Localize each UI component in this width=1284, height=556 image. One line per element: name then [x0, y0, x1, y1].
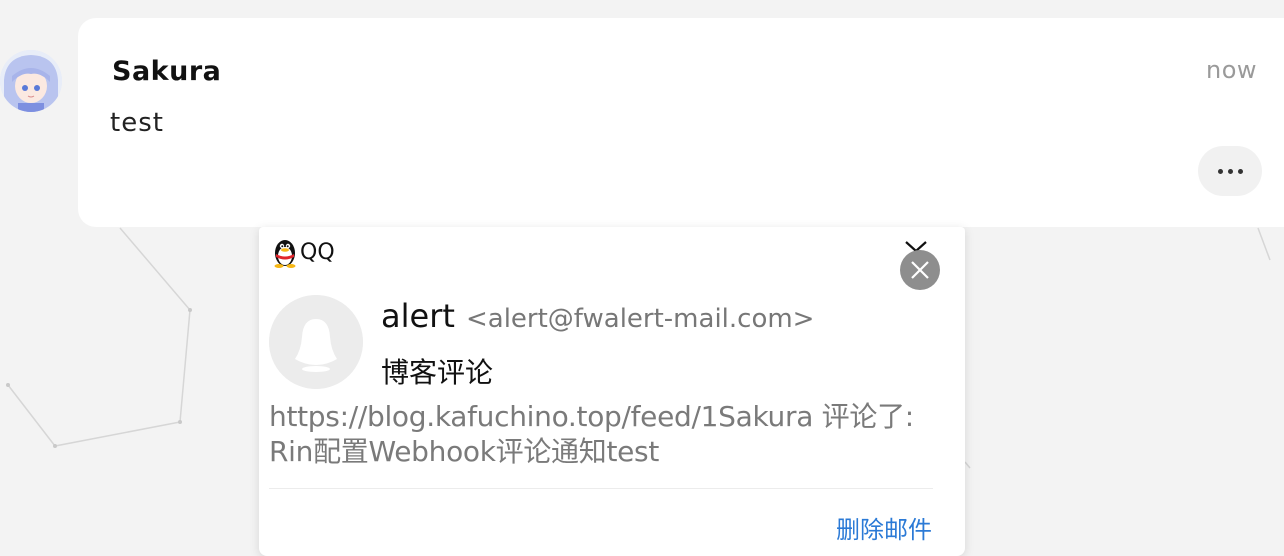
sender-line: alert <alert@fwalert-mail.com> — [381, 297, 814, 335]
ellipsis-icon — [1217, 168, 1223, 174]
sender-avatar — [269, 295, 363, 389]
delete-mail-button[interactable]: 删除邮件 — [836, 510, 932, 545]
mail-body-preview: https://blog.kafuchino.top/feed/1Sakura … — [269, 399, 949, 469]
close-icon — [911, 261, 929, 279]
qq-mail-notification[interactable]: QQ alert <alert@fwalert-mail.com> 博客评论 h… — [259, 227, 965, 556]
sender-email: <alert@fwalert-mail.com> — [465, 304, 815, 334]
ellipsis-dot — [1227, 168, 1233, 174]
comment-card: Sakura test now — [78, 18, 1284, 227]
commenter-avatar[interactable] — [0, 50, 62, 112]
comment-timestamp: now — [1206, 56, 1258, 84]
notification-app-name: QQ — [300, 239, 335, 265]
more-options-button[interactable] — [1198, 146, 1262, 196]
mail-subject: 博客评论 — [381, 356, 494, 389]
qq-penguin-icon — [274, 240, 296, 268]
ellipsis-dot — [1237, 168, 1243, 174]
notification-divider — [269, 488, 933, 489]
mail-body-line-1: https://blog.kafuchino.top/feed/1Sakura … — [269, 400, 914, 433]
comment-text: test — [110, 108, 164, 138]
close-notification-button[interactable] — [900, 250, 940, 290]
sender-name: alert — [381, 297, 455, 335]
mail-body-line-2: Rin配置Webhook评论通知test — [269, 435, 660, 468]
default-user-icon — [269, 295, 363, 389]
notification-app-bar: QQ — [271, 235, 335, 269]
comment-author-name: Sakura — [112, 56, 222, 87]
